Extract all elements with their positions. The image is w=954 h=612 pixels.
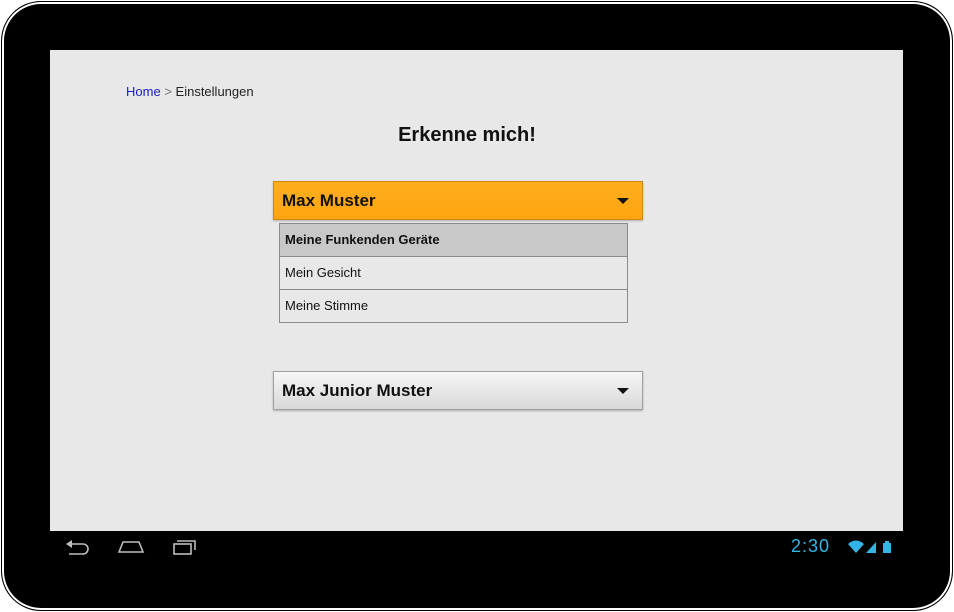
system-navigation-bar: 2:30 bbox=[50, 531, 903, 562]
battery-icon bbox=[883, 541, 891, 553]
user-dropdown-max-muster[interactable]: Max Muster bbox=[273, 181, 643, 220]
app-screen: Home > Einstellungen Erkenne mich! Max M… bbox=[50, 50, 903, 531]
breadcrumb-separator: > bbox=[164, 84, 172, 99]
status-clock: 2:30 bbox=[791, 536, 831, 556]
menu-item-meine-stimme[interactable]: Meine Stimme bbox=[280, 289, 627, 322]
dropdown-label: Max Junior Muster bbox=[282, 380, 433, 400]
menu-item-mein-gesicht[interactable]: Mein Gesicht bbox=[280, 256, 627, 289]
breadcrumb-home-link[interactable]: Home bbox=[126, 84, 161, 99]
chevron-down-icon bbox=[617, 387, 629, 394]
breadcrumb: Home > Einstellungen bbox=[126, 84, 254, 99]
recent-apps-icon[interactable] bbox=[171, 537, 199, 557]
dropdown-menu: Meine Funkenden Geräte Mein Gesicht Mein… bbox=[279, 223, 628, 323]
user-dropdown-max-junior-muster[interactable]: Max Junior Muster bbox=[273, 371, 643, 410]
back-icon[interactable] bbox=[63, 537, 91, 557]
page-title: Erkenne mich! bbox=[398, 124, 536, 146]
home-icon[interactable] bbox=[117, 537, 145, 557]
dropdown-label: Max Muster bbox=[282, 190, 376, 210]
wifi-icon bbox=[848, 540, 864, 553]
chevron-down-icon bbox=[617, 197, 629, 204]
signal-icon bbox=[866, 542, 876, 553]
breadcrumb-current: Einstellungen bbox=[175, 84, 254, 99]
status-icons bbox=[848, 539, 894, 560]
menu-item-funkende-geraete[interactable]: Meine Funkenden Geräte bbox=[280, 224, 627, 256]
